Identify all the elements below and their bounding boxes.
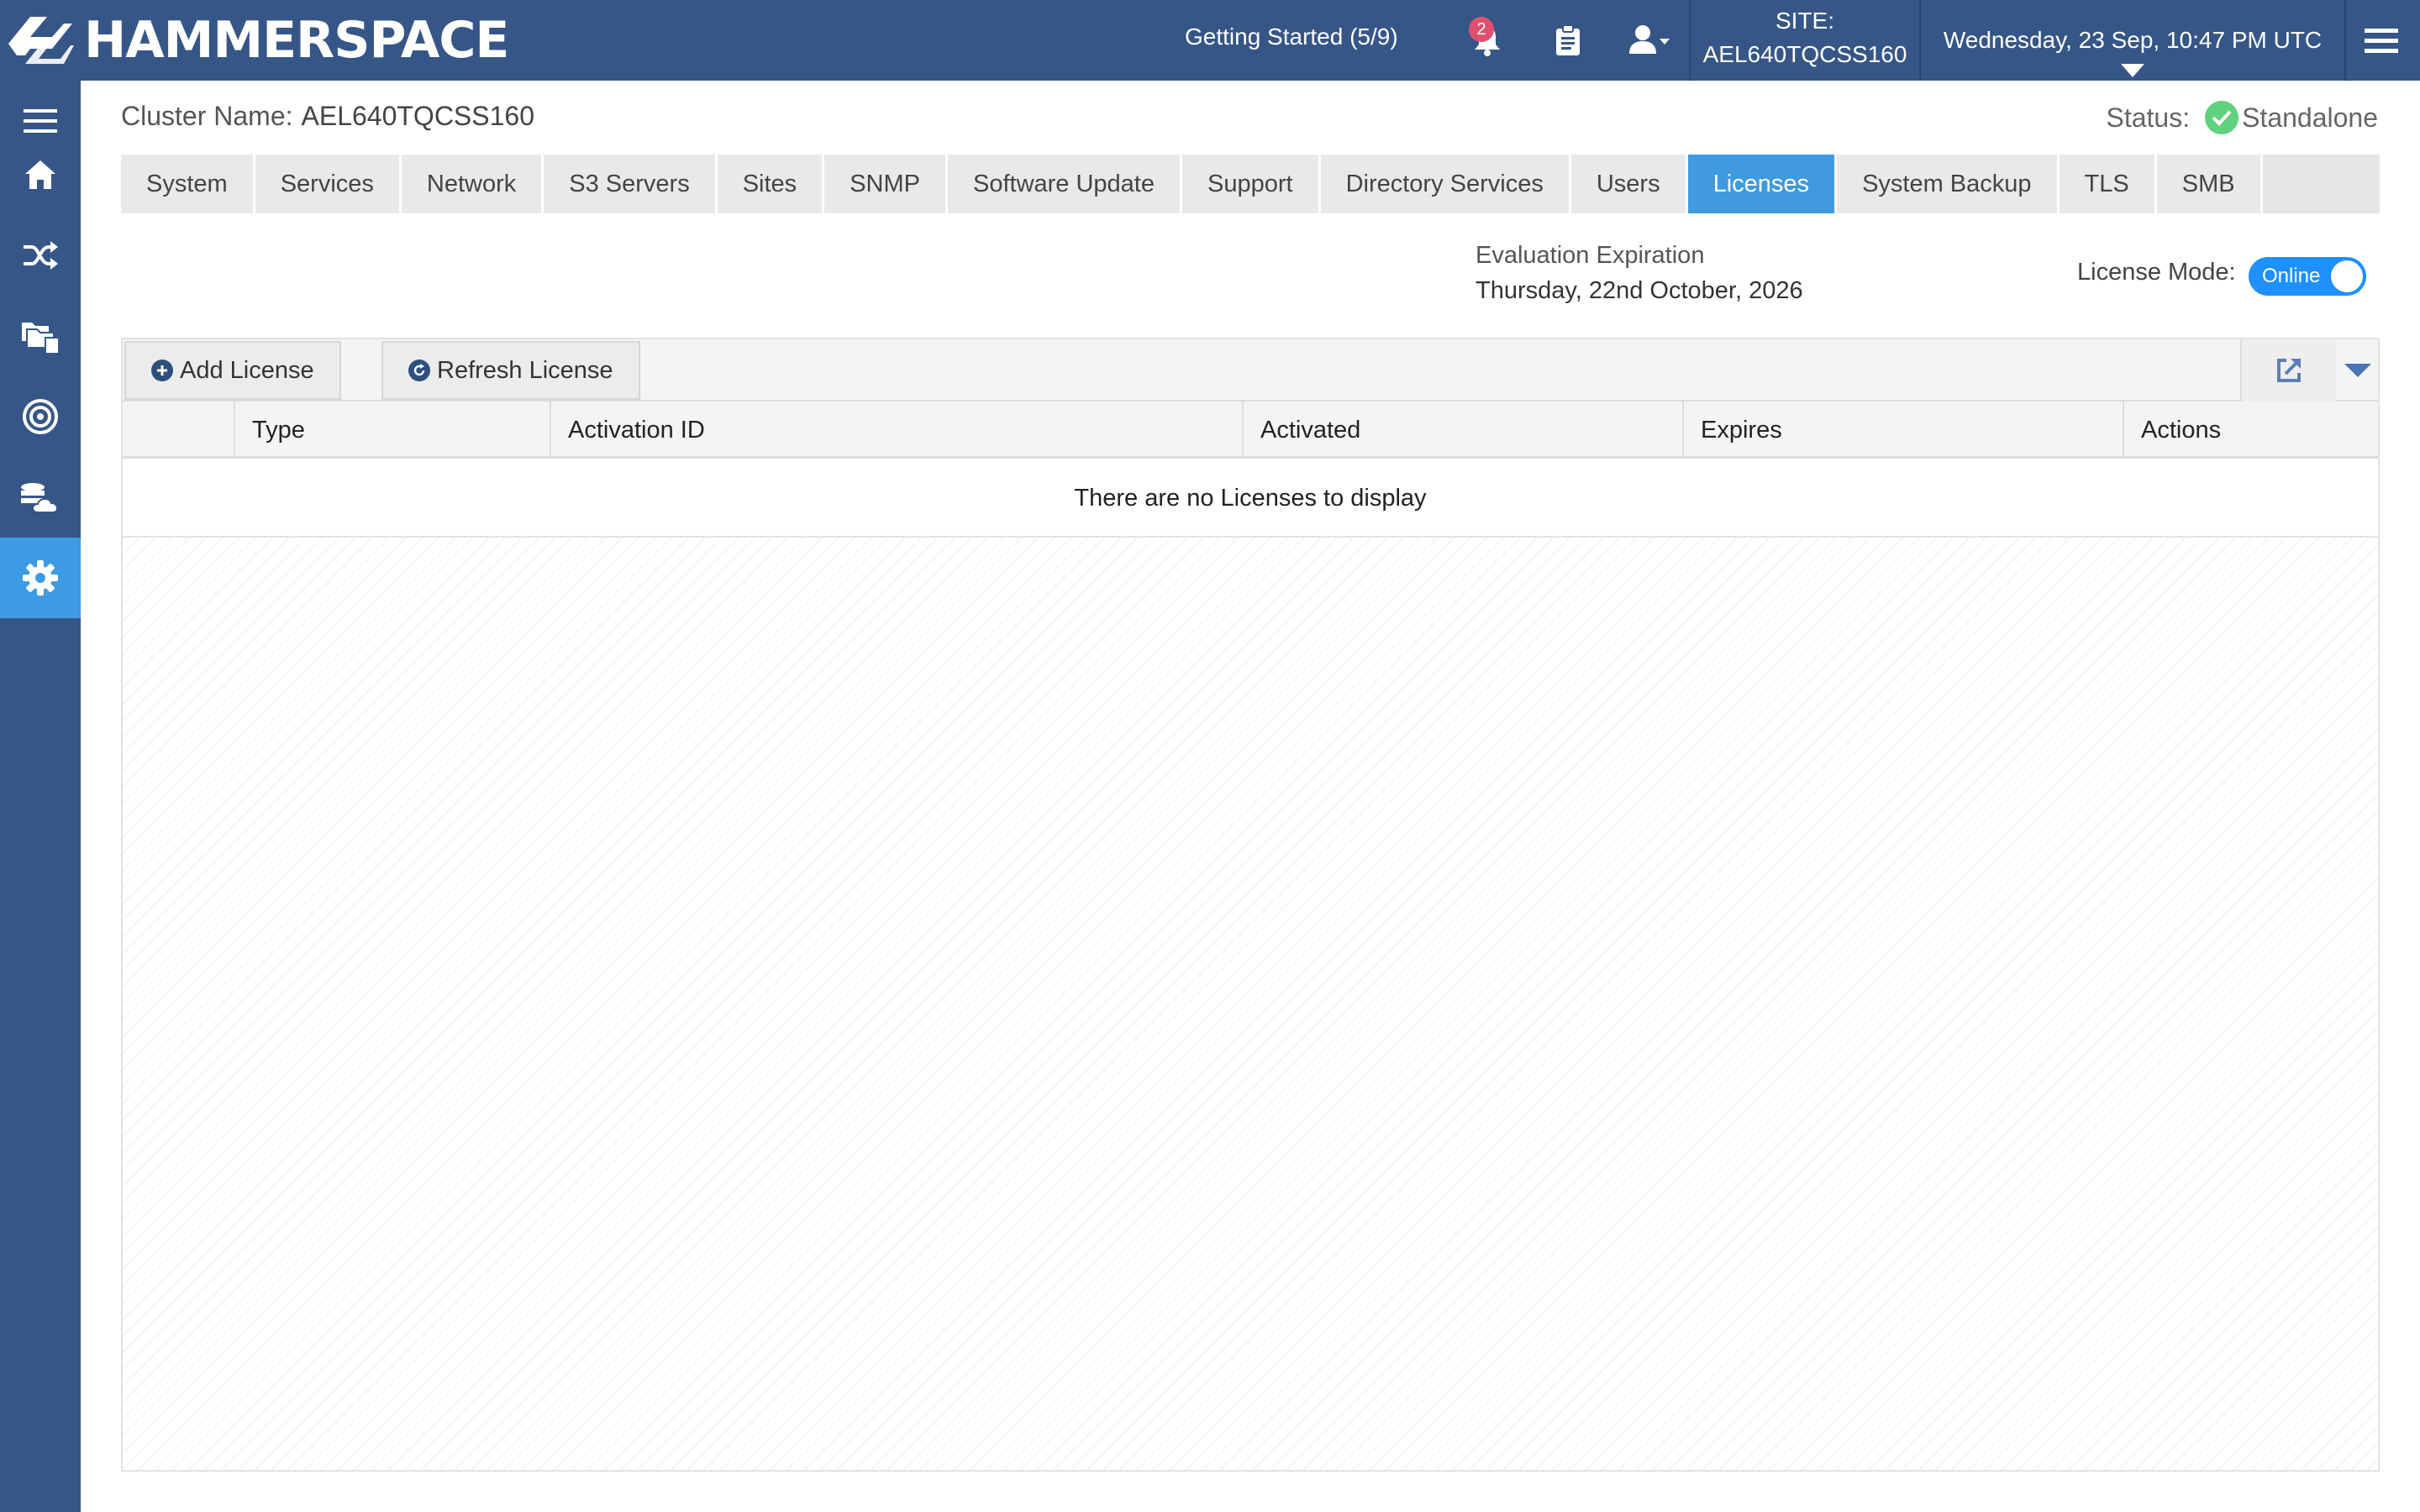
header-divider xyxy=(2344,0,2346,81)
license-mode-toggle[interactable]: Online xyxy=(2249,257,2366,296)
caret-down-icon xyxy=(2121,64,2144,77)
cluster-name-label: Cluster Name: xyxy=(121,101,293,131)
export-button[interactable] xyxy=(2240,339,2336,402)
user-menu-button[interactable] xyxy=(1623,18,1677,62)
sidebar-item-storage[interactable] xyxy=(0,457,81,538)
cluster-name: Cluster Name: AEL640TQCSS160 xyxy=(121,101,534,132)
tab-network[interactable]: Network xyxy=(401,155,544,213)
shuffle-icon xyxy=(24,241,58,270)
tab-services[interactable]: Services xyxy=(255,155,402,213)
tab-directory-services[interactable]: Directory Services xyxy=(1320,155,1571,213)
empty-table-message: There are no Licenses to display xyxy=(123,459,2378,538)
sidebar-item-shares[interactable] xyxy=(0,296,81,376)
caret-down-icon xyxy=(2344,364,2371,377)
tab-tls[interactable]: TLS xyxy=(2059,155,2157,213)
refresh-license-button[interactable]: Refresh License xyxy=(381,341,640,400)
tab-s3-servers[interactable]: S3 Servers xyxy=(544,155,718,213)
storage-cloud-icon xyxy=(21,483,58,513)
tab-support[interactable]: Support xyxy=(1182,155,1321,213)
licenses-panel: Add License Refresh License Type Activat… xyxy=(121,338,2380,1472)
evaluation-expiration-date: Thursday, 22nd October, 2026 xyxy=(1476,277,1803,304)
home-icon xyxy=(25,160,55,189)
site-selector[interactable]: SITE: AEL640TQCSS160 xyxy=(1691,0,1919,81)
tasks-button[interactable] xyxy=(1546,18,1590,62)
target-icon xyxy=(23,399,58,434)
logo[interactable]: HAMMERSPACE xyxy=(5,10,509,71)
table-toolbar: Add License Refresh License xyxy=(123,339,2378,402)
settings-tabs: System Services Network S3 Servers Sites… xyxy=(121,155,2380,213)
cluster-name-value: AEL640TQCSS160 xyxy=(301,101,535,131)
check-circle-icon xyxy=(2205,101,2239,134)
site-label: SITE: xyxy=(1775,8,1834,34)
getting-started-link[interactable]: Getting Started (5/9) xyxy=(1185,24,1398,50)
status-value: Standalone xyxy=(2242,102,2378,133)
column-header-expires[interactable]: Expires xyxy=(1682,402,2123,459)
tab-snmp[interactable]: SNMP xyxy=(824,155,948,213)
refresh-icon xyxy=(408,360,430,381)
external-link-icon xyxy=(2277,359,2301,382)
menu-icon xyxy=(24,109,57,133)
column-header-select xyxy=(123,402,234,459)
tab-smb[interactable]: SMB xyxy=(2156,155,2263,213)
toggle-knob xyxy=(2331,260,2363,292)
sidebar xyxy=(0,81,81,1512)
column-header-activated[interactable]: Activated xyxy=(1242,402,1682,459)
refresh-license-label: Refresh License xyxy=(437,356,613,384)
sidebar-item-administration[interactable] xyxy=(0,538,81,618)
site-name: AEL640TQCSS160 xyxy=(1702,41,1907,67)
sidebar-item-home[interactable] xyxy=(0,134,81,215)
evaluation-expiration-label: Evaluation Expiration xyxy=(1476,242,1705,269)
tab-software-update[interactable]: Software Update xyxy=(947,155,1182,213)
top-bar: HAMMERSPACE Getting Started (5/9) 2 SITE… xyxy=(0,0,2420,81)
license-mode-value: Online xyxy=(2262,265,2321,287)
table-header: Type Activation ID Activated Expires Act… xyxy=(123,402,2378,459)
sidebar-item-objectives[interactable] xyxy=(0,376,81,457)
user-icon xyxy=(1629,25,1670,54)
tab-users[interactable]: Users xyxy=(1570,155,1688,213)
tab-licenses[interactable]: Licenses xyxy=(1687,155,1838,213)
sidebar-item-data-movement[interactable] xyxy=(0,215,81,296)
brand-name: HAMMERSPACE xyxy=(84,11,509,70)
column-header-type[interactable]: Type xyxy=(234,402,550,459)
license-mode-label: License Mode: xyxy=(2077,259,2236,286)
notification-badge: 2 xyxy=(1469,17,1494,42)
tab-sites[interactable]: Sites xyxy=(717,155,825,213)
files-icon xyxy=(22,323,60,354)
plus-circle-icon xyxy=(151,360,173,381)
clipboard-icon xyxy=(1556,24,1580,55)
tab-system-backup[interactable]: System Backup xyxy=(1837,155,2060,213)
table-options-dropdown[interactable] xyxy=(2338,339,2378,402)
column-header-actions: Actions xyxy=(2123,402,2378,459)
tab-system[interactable]: System xyxy=(121,155,255,213)
hamburger-menu-icon[interactable] xyxy=(2360,25,2403,57)
status-label: Status: xyxy=(2106,102,2191,133)
column-header-activation-id[interactable]: Activation ID xyxy=(550,402,1242,459)
hammerspace-logo-icon xyxy=(8,17,74,64)
gear-icon xyxy=(23,560,58,596)
add-license-button[interactable]: Add License xyxy=(124,341,341,400)
add-license-label: Add License xyxy=(180,356,314,384)
cluster-status: Status: Standalone xyxy=(2106,101,2378,134)
